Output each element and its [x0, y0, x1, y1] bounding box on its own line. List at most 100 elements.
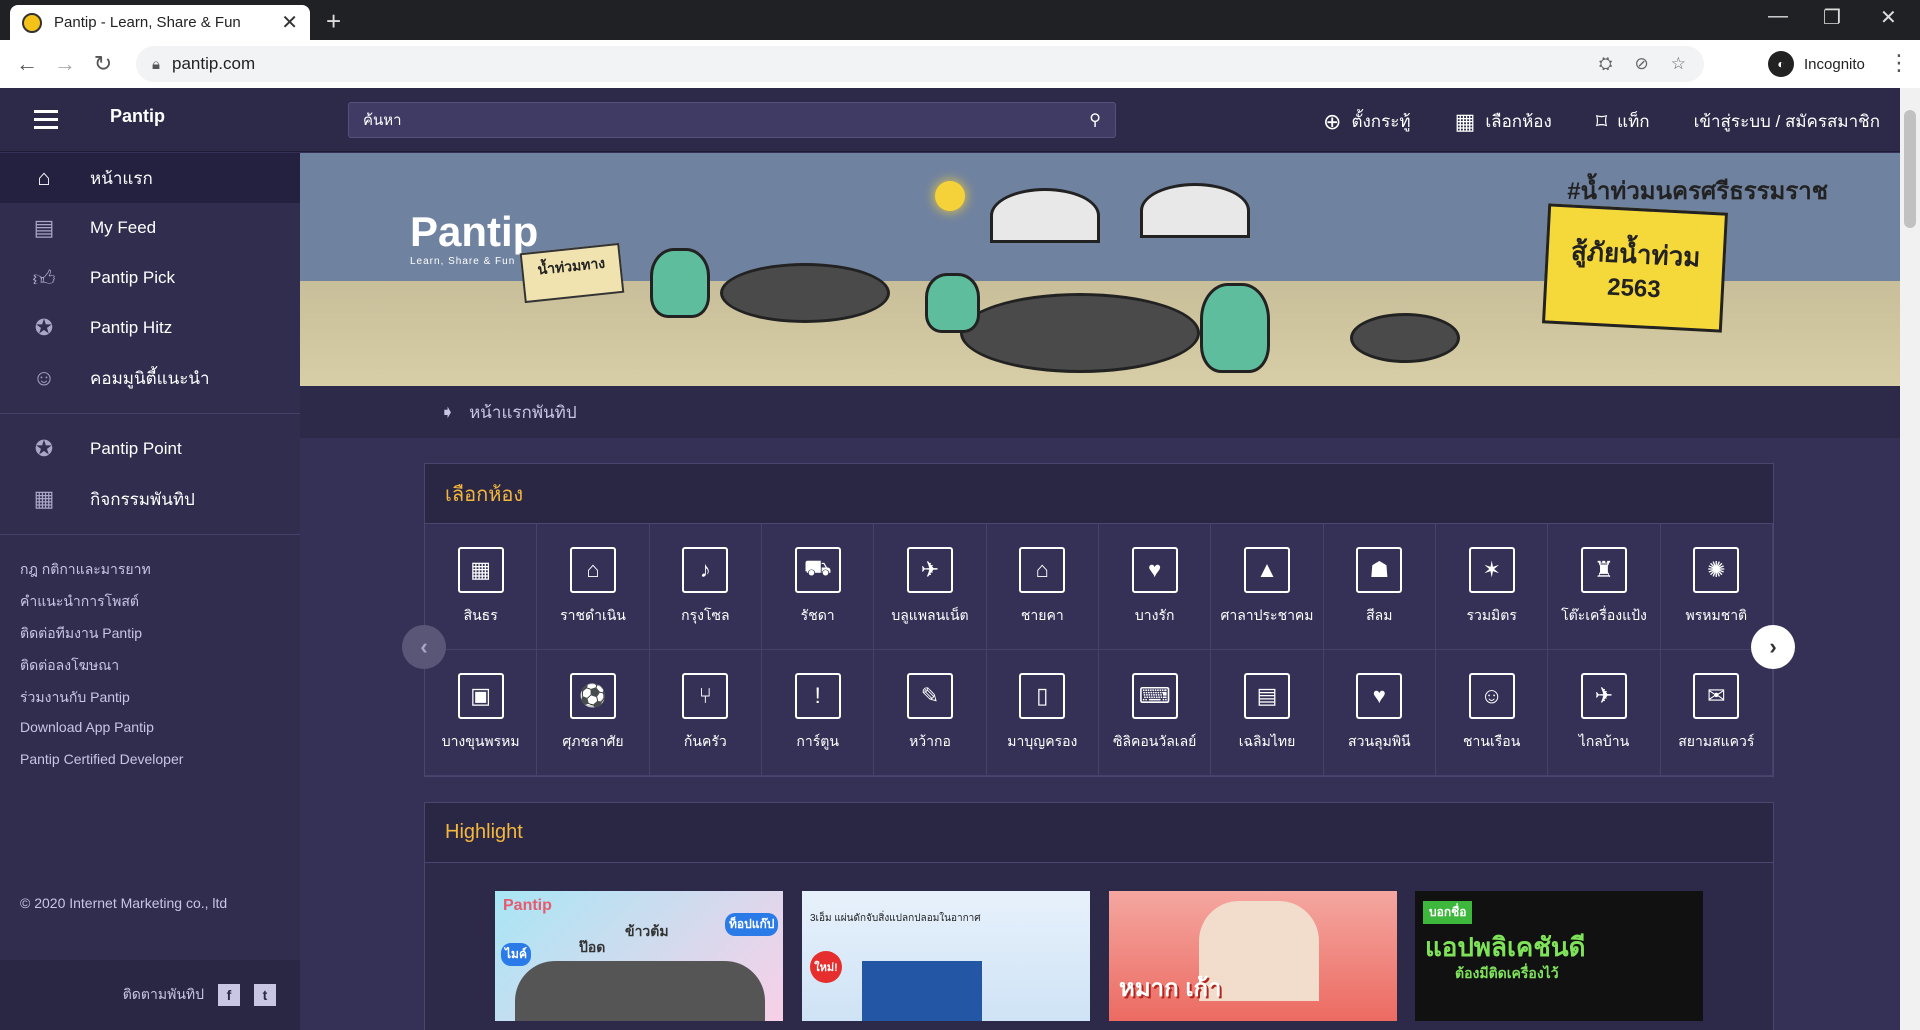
translate-icon[interactable]: ⛭ [1599, 54, 1613, 74]
room-tile[interactable]: ✉ สยามสแควร์ [1660, 650, 1773, 776]
rooms-next-icon[interactable]: › [1751, 625, 1795, 669]
room-tile[interactable]: ✶ รวมมิตร [1436, 524, 1549, 650]
character-illustration [650, 248, 710, 318]
room-icon: ▯ [1019, 672, 1066, 719]
room-tile[interactable]: ⚽ ศุภชลาศัย [537, 650, 650, 776]
room-tile[interactable]: ▤ เฉลิมไทย [1211, 650, 1324, 776]
room-label: ชานเรือน [1463, 732, 1521, 749]
room-icon: ▲ [1243, 546, 1290, 593]
room-label: มาบุญครอง [1007, 732, 1078, 749]
search-icon[interactable]: ⚲ [1089, 110, 1101, 130]
room-icon: ⌂ [1019, 546, 1066, 593]
sidebar-item-pantip-hitz[interactable]: ✪ Pantip Hitz [0, 303, 300, 353]
banner-flood-sign: สู้ภัยน้ำท่วม 2563 [1541, 203, 1729, 333]
room-tile[interactable]: ▣ บางขุนพรหม [425, 650, 538, 776]
restore-icon[interactable]: ❐ [1823, 5, 1841, 30]
highlight-panel-title: Highlight [425, 803, 1773, 863]
flood-banner[interactable]: Pantip Learn, Share & Fun น้ำท่วมทาง #น้… [300, 153, 1900, 386]
banner-tagline: Learn, Share & Fun [410, 256, 516, 267]
contact-team-link[interactable]: ติดต่อทีมงาน Pantip [20, 623, 280, 655]
room-label: ซิลิคอนวัลเลย์ [1112, 732, 1197, 749]
bookmark-star-icon[interactable]: ☆ [1671, 54, 1686, 74]
tab-title: Pantip - Learn, Share & Fun [54, 14, 241, 31]
room-tile[interactable]: ♥ สวนลุมพินี [1323, 650, 1436, 776]
advertise-link[interactable]: ติดต่อลงโฆษณา [20, 655, 280, 687]
download-app-link[interactable]: Download App Pantip [20, 719, 280, 751]
highlight-panel: Highlight Pantip ข้าวต้ม ท็อปแก๊ป ไมค์ ป… [424, 802, 1774, 1030]
room-tile[interactable]: ♜ โต๊ะเครื่องแป้ง [1548, 524, 1661, 650]
room-label: ชายคา [1020, 606, 1064, 623]
facebook-icon[interactable]: f [218, 984, 240, 1006]
reload-icon[interactable]: ↻ [84, 51, 122, 77]
room-tile[interactable]: ⛟ รัชดา [762, 524, 875, 650]
page-scrollbar[interactable] [1900, 88, 1920, 1030]
sidebar-item-home[interactable]: ⌂ หน้าแรก [0, 153, 300, 203]
incognito-indicator[interactable]: ◐ Incognito [1756, 48, 1877, 80]
room-tile[interactable]: ! การ์ตูน [762, 650, 875, 776]
banner-logo: Pantip Learn, Share & Fun [410, 208, 538, 267]
page: Pantip ค้นหา ⚲ ⊕ ตั้งกระทู้ ▦ เลือกห้อง ⌑ แ… [0, 88, 1900, 1030]
forward-icon[interactable]: → [46, 51, 84, 77]
login-register-link[interactable]: เข้าสู่ระบบ / สมัครสมาชิก [1694, 108, 1880, 135]
star-circle-icon: ✪ [34, 436, 54, 461]
twitter-icon[interactable]: t [254, 984, 276, 1006]
room-tile[interactable]: ✈ บลูแพลนเน็ต [874, 524, 987, 650]
room-tile[interactable]: ☺ ชานเรือน [1436, 650, 1549, 776]
post-topic-link[interactable]: ⊕ ตั้งกระทู้ [1323, 108, 1411, 135]
sidebar-divider [0, 534, 300, 535]
new-tab-icon[interactable]: + [326, 6, 341, 37]
room-tile[interactable]: ⌂ ราชดำเนิน [537, 524, 650, 650]
select-room-link[interactable]: ▦ เลือกห้อง [1455, 108, 1552, 135]
room-label: พรหมชาติ [1685, 606, 1748, 623]
room-tile[interactable]: ⌂ ชายคา [986, 524, 1099, 650]
character-illustration [925, 273, 980, 333]
sidebar-item-pantip-pick[interactable]: 👍︎ Pantip Pick [0, 253, 300, 303]
room-icon: ✉ [1693, 672, 1740, 719]
pantip-logo[interactable]: Pantip [110, 106, 165, 127]
room-tile[interactable]: ▦ สินธร [425, 524, 538, 650]
room-tile[interactable]: ♪ กรุงโซล [649, 524, 762, 650]
posting-guide-link[interactable]: คำแนะนำการโพสต์ [20, 591, 280, 623]
hamburger-menu-icon[interactable] [34, 110, 58, 130]
room-tile[interactable]: ⌨ ซิลิคอนวัลเลย์ [1099, 650, 1212, 776]
highlight-card[interactable]: บอกชื่อ แอปพลิเคชันดี ต้องมีติดเครื่องไว… [1415, 891, 1703, 1021]
room-tile[interactable]: ✈ ไกลบ้าน [1548, 650, 1661, 776]
back-icon[interactable]: ← [8, 51, 46, 77]
search-input[interactable]: ค้นหา ⚲ [348, 102, 1116, 138]
room-tile[interactable]: ▯ มาบุญครอง [986, 650, 1099, 776]
window-close-icon[interactable]: ✕ [1880, 5, 1897, 30]
scrollbar-thumb[interactable] [1904, 110, 1916, 228]
sidebar-item-pantip-point[interactable]: ✪ Pantip Point [0, 424, 300, 474]
highlight-card[interactable]: Pantip ข้าวต้ม ท็อปแก๊ป ไมค์ ป๊อด [495, 891, 783, 1021]
sidebar-item-activities[interactable]: ▦ กิจกรรมพันทิป [0, 474, 300, 524]
minimize-icon[interactable]: — [1768, 5, 1788, 28]
tab-close-icon[interactable]: ✕ [281, 10, 298, 35]
browser-tab[interactable]: Pantip - Learn, Share & Fun ✕ [10, 5, 310, 40]
highlight-card[interactable]: 3เอ็ม แผ่นดักจับสิ่งแปลกปลอมในอากาศ ใหม่… [802, 891, 1090, 1021]
tags-link[interactable]: ⌑ แท็ก [1596, 108, 1650, 135]
sidebar-item-my-feed[interactable]: ▤ My Feed [0, 203, 300, 253]
room-tile[interactable]: ☗ สีลม [1323, 524, 1436, 650]
room-tile[interactable]: ✎ หว้ากอ [874, 650, 987, 776]
address-bar[interactable]: 🔒︎ pantip.com ⛭ ⊘ ☆ [136, 46, 1704, 82]
room-icon: ▦ [457, 546, 504, 593]
tracking-blocked-icon[interactable]: ⊘ [1635, 54, 1649, 74]
room-tile[interactable]: ▲ ศาลาประชาคม [1211, 524, 1324, 650]
browser-menu-icon[interactable]: ⋮ [1888, 50, 1910, 76]
room-tile[interactable]: ♥ บางรัก [1099, 524, 1212, 650]
raft-illustration [960, 293, 1200, 373]
rooms-prev-icon[interactable]: ‹ [402, 625, 446, 669]
highlight-card[interactable]: หมาก เก้า [1109, 891, 1397, 1021]
room-tile[interactable]: ⑂ ก้นครัว [649, 650, 762, 776]
sidebar-item-community[interactable]: ☺ คอมมูนิตี้แนะนำ [0, 353, 300, 403]
careers-link[interactable]: ร่วมงานกับ Pantip [20, 687, 280, 719]
character-illustration [1200, 283, 1270, 373]
room-label: สยามสแควร์ [1678, 732, 1755, 749]
tube-illustration [1350, 313, 1460, 363]
url-text: pantip.com [171, 54, 256, 73]
card-caption: 3เอ็ม แผ่นดักจับสิ่งแปลกปลอมในอากาศ [810, 913, 981, 924]
certified-developer-link[interactable]: Pantip Certified Developer [20, 751, 280, 783]
rules-link[interactable]: กฎ กติกาและมารยาท [20, 559, 280, 591]
incognito-icon: ◐ [1768, 51, 1794, 77]
tags-label: แท็ก [1617, 112, 1650, 131]
